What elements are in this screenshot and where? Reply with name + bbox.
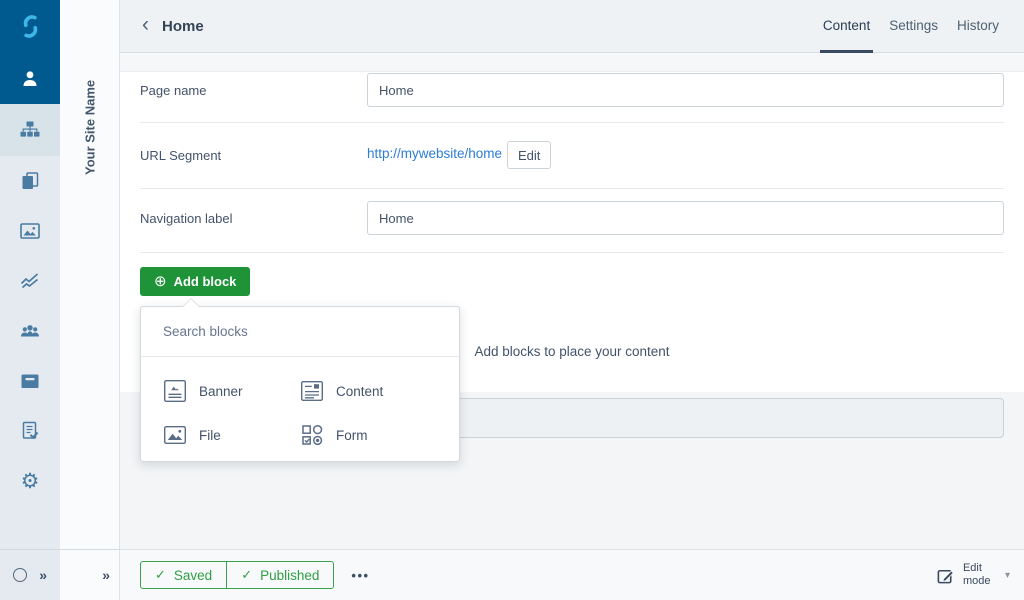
page-name-input[interactable] xyxy=(367,73,1004,107)
saved-label: Saved xyxy=(173,567,213,583)
block-search-input[interactable]: Search blocks xyxy=(141,307,459,357)
caret-down-icon: ▾ xyxy=(1004,569,1010,581)
page-title: Home xyxy=(162,17,204,35)
block-option-label: Content xyxy=(336,383,384,399)
block-option-content[interactable]: Content xyxy=(300,369,437,413)
page-name-label: Page name xyxy=(140,83,207,98)
add-block-popover: Search blocks Banner Content File Form xyxy=(140,298,460,463)
edit-mode-label: Edit mode xyxy=(962,561,991,587)
header-subbar xyxy=(120,53,1024,72)
pages-icon xyxy=(19,170,41,192)
tab-content[interactable]: Content xyxy=(819,0,874,53)
more-actions-button[interactable]: ••• xyxy=(351,568,369,583)
block-option-banner[interactable]: Banner xyxy=(163,369,300,413)
sidebar-item-settings[interactable]: ⚙ xyxy=(0,456,60,506)
sidebar-item-profile[interactable] xyxy=(0,53,60,104)
published-label: Published xyxy=(260,567,320,583)
app-window: ⚙ » Your Site Name » ‹ Home Content Sett… xyxy=(0,0,1024,600)
divider xyxy=(140,122,1004,123)
url-segment-link[interactable]: http://mywebsite/home xyxy=(367,146,502,161)
block-option-form[interactable]: Form xyxy=(300,413,437,457)
divider xyxy=(140,252,1004,253)
sidebar-item-archive[interactable] xyxy=(0,356,60,406)
tab-bar: Content Settings History xyxy=(819,0,1002,53)
block-options-grid: Banner Content File Form xyxy=(141,357,459,463)
site-name-label[interactable]: Your Site Name xyxy=(60,72,120,182)
navigation-label-label: Navigation label xyxy=(140,211,233,226)
sidebar-item-pages[interactable] xyxy=(0,156,60,206)
sidebar-item-sitetree[interactable] xyxy=(0,104,60,156)
app-sidebar: ⚙ » xyxy=(0,0,60,600)
settings-gear-icon: ⚙ xyxy=(20,469,40,493)
user-icon xyxy=(19,68,41,90)
navigation-label-input[interactable] xyxy=(367,201,1004,235)
campaigns-icon xyxy=(19,420,41,442)
silverstripe-logo[interactable] xyxy=(0,0,60,53)
main-content: ‹ Home Content Settings History Page nam… xyxy=(120,0,1024,600)
url-edit-button[interactable]: Edit xyxy=(507,141,552,169)
sidebar-item-campaigns[interactable] xyxy=(0,406,60,456)
divider xyxy=(140,188,1004,189)
sidebar-item-reports[interactable] xyxy=(0,256,60,306)
content-block-icon xyxy=(300,379,324,403)
tab-history[interactable]: History xyxy=(954,0,1002,53)
block-option-label: File xyxy=(199,427,221,443)
tab-settings[interactable]: Settings xyxy=(886,0,941,53)
sidebar-footer: » xyxy=(0,549,60,600)
site-panel: Your Site Name » xyxy=(60,0,120,600)
status-circle-icon[interactable] xyxy=(13,568,27,582)
add-block-button[interactable]: ⊕ Add block xyxy=(140,267,251,296)
collapse-panel-icon[interactable]: » xyxy=(102,567,110,583)
back-button[interactable]: ‹ xyxy=(142,14,149,38)
edit-mode-selector[interactable]: Edit mode ▾ xyxy=(936,562,1010,588)
published-button[interactable]: ✓ Published xyxy=(226,561,335,589)
sidebar-item-files[interactable] xyxy=(0,206,60,256)
reports-icon xyxy=(19,270,41,292)
url-segment-label: URL Segment xyxy=(140,148,222,163)
site-panel-footer: » xyxy=(60,549,120,600)
sidebar-item-security[interactable] xyxy=(0,306,60,356)
check-icon: ✓ xyxy=(155,567,166,582)
saved-button[interactable]: ✓ Saved xyxy=(140,561,228,589)
sitemap-icon xyxy=(19,119,41,141)
block-option-label: Banner xyxy=(199,383,243,399)
plus-circle-icon: ⊕ xyxy=(154,273,167,290)
banner-block-icon xyxy=(163,379,187,403)
page-header: ‹ Home Content Settings History xyxy=(120,0,1024,53)
edit-pencil-icon xyxy=(936,566,955,585)
archive-icon xyxy=(19,370,41,392)
file-block-icon xyxy=(163,423,187,447)
collapse-menu-icon[interactable]: » xyxy=(39,567,47,583)
check-icon: ✓ xyxy=(241,567,253,582)
form-block-icon xyxy=(300,423,324,447)
add-block-label: Add block xyxy=(173,274,237,289)
users-icon xyxy=(19,320,41,342)
images-icon xyxy=(19,220,41,242)
block-option-label: Form xyxy=(336,427,368,443)
block-search-placeholder: Search blocks xyxy=(163,324,248,339)
block-option-file[interactable]: File xyxy=(163,413,300,457)
actions-toolbar: ✓ Saved ✓ Published ••• Edit mode ▾ xyxy=(120,549,1024,600)
